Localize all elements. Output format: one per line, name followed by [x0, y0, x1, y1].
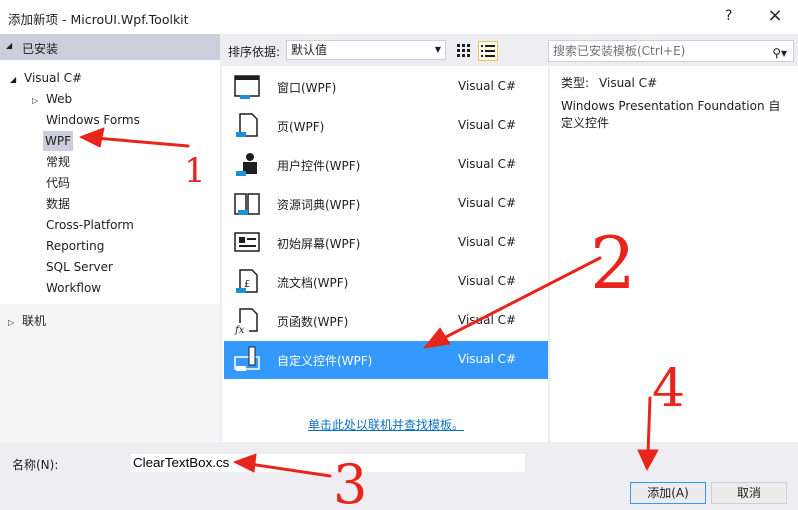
- expanded-arrow-icon: ◢: [10, 75, 17, 84]
- name-label: 名称(N):: [12, 458, 59, 472]
- sort-dropdown[interactable]: 默认值 ▼: [286, 40, 446, 60]
- tree-item-web[interactable]: ▷ Web: [32, 89, 72, 109]
- flow-document-icon: £: [236, 269, 258, 293]
- tree-item-cross-platform[interactable]: Cross-Platform: [46, 215, 134, 235]
- installed-label: 已安装: [22, 42, 59, 56]
- grid-view-button[interactable]: [454, 41, 474, 61]
- bottom-bar: 名称(N): 添加(A) 取消: [0, 442, 798, 510]
- toolbar: 排序依据: 默认值 ▼ 搜索已安装模板(Ctrl+E) ⚲▾: [220, 34, 798, 66]
- tree-item-windows-forms[interactable]: Windows Forms: [46, 110, 140, 130]
- template-item[interactable]: 页(WPF) Visual C#: [224, 107, 548, 145]
- collapse-arrow-icon: ◢: [6, 41, 13, 50]
- template-item-selected[interactable]: 自定义控件(WPF) Visual C#: [224, 341, 548, 379]
- splash-screen-icon: [234, 232, 260, 252]
- type-row: 类型: Visual C#: [561, 74, 657, 91]
- category-pane: ◢ 已安装 ◢ Visual C# ▷ Web Windows Forms WPF …: [0, 34, 220, 442]
- tree-item-general[interactable]: 常规: [46, 152, 70, 172]
- type-value: Visual C#: [599, 76, 658, 90]
- tree-item-code[interactable]: 代码: [46, 173, 70, 193]
- add-button[interactable]: 添加(A): [630, 482, 706, 504]
- tree-item-online[interactable]: ▷ 联机: [8, 310, 228, 332]
- name-input[interactable]: [131, 454, 525, 472]
- help-button[interactable]: ?: [725, 8, 732, 24]
- category-tree: ◢ Visual C# ▷ Web Windows Forms WPF 常规 代码 …: [0, 60, 220, 304]
- search-icon[interactable]: ⚲▾: [772, 43, 787, 63]
- grid-view-icon: [457, 44, 470, 57]
- title-bar: 添加新项 - MicroUI.Wpf.Toolkit ? ×: [0, 0, 798, 34]
- window-title: 添加新项 - MicroUI.Wpf.Toolkit: [8, 12, 189, 27]
- tree-item-reporting[interactable]: Reporting: [46, 236, 104, 256]
- template-list: 窗口(WPF) Visual C# 页(WPF) Visual C# 用户控件(…: [222, 66, 548, 442]
- template-item[interactable]: 窗口(WPF) Visual C#: [224, 68, 548, 106]
- installed-header[interactable]: ◢ 已安装: [0, 34, 220, 60]
- list-view-button[interactable]: [478, 41, 498, 61]
- svg-text:fx: fx: [234, 325, 245, 335]
- page-function-icon: fx: [234, 308, 258, 335]
- custom-control-icon: [234, 346, 260, 371]
- template-item[interactable]: fx 页函数(WPF) Visual C#: [224, 302, 548, 340]
- close-button[interactable]: ×: [764, 4, 786, 28]
- resource-dictionary-icon: [234, 193, 260, 215]
- tree-item-wpf[interactable]: WPF: [43, 131, 74, 151]
- template-item[interactable]: 初始屏幕(WPF) Visual C#: [224, 224, 548, 262]
- collapsed-arrow-icon: ▷: [32, 96, 39, 105]
- template-item[interactable]: £ 流文档(WPF) Visual C#: [224, 263, 548, 301]
- cancel-button[interactable]: 取消: [711, 482, 787, 504]
- list-view-icon: [481, 45, 495, 57]
- tree-item-sql-server[interactable]: SQL Server: [46, 257, 113, 277]
- search-input[interactable]: 搜索已安装模板(Ctrl+E) ⚲▾: [548, 40, 794, 62]
- type-label: 类型:: [561, 76, 590, 90]
- template-item[interactable]: 用户控件(WPF) Visual C#: [224, 146, 548, 184]
- window-icon: [234, 75, 260, 99]
- tree-item-data[interactable]: 数据: [46, 194, 70, 214]
- sort-label: 排序依据:: [228, 45, 281, 59]
- dropdown-arrow-icon: ▼: [434, 45, 441, 54]
- page-icon: [236, 113, 258, 137]
- template-description: Windows Presentation Foundation 自定义控件: [561, 99, 781, 130]
- tree-item-visual-csharp[interactable]: ◢ Visual C#: [10, 68, 82, 88]
- template-item[interactable]: 资源词典(WPF) Visual C#: [224, 185, 548, 223]
- details-pane: 类型: Visual C# Windows Presentation Founda…: [550, 66, 798, 442]
- collapsed-arrow-icon: ▷: [8, 318, 15, 327]
- tree-item-workflow[interactable]: Workflow: [46, 278, 101, 298]
- user-control-icon: [236, 153, 257, 176]
- online-templates-link[interactable]: 单击此处以联机并查找模板。: [308, 416, 464, 433]
